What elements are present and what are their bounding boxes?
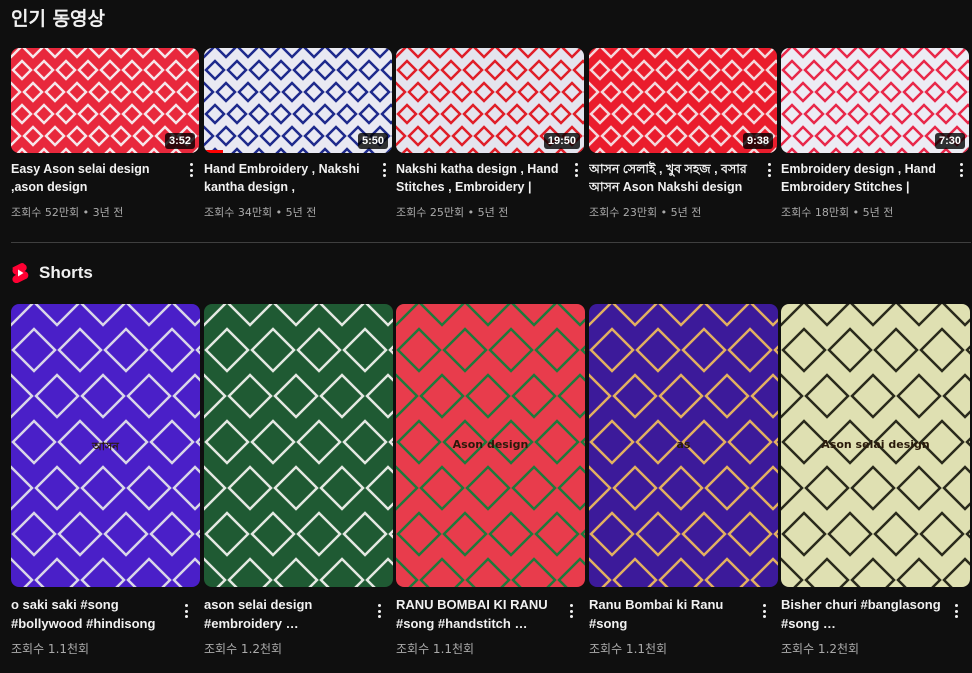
short-title[interactable]: RANU BOMBAI KI RANU #song #handstitch … xyxy=(396,595,561,633)
more-options-icon[interactable] xyxy=(373,603,385,619)
short-card[interactable]: আসন o saki saki #song #bollywood #hindis… xyxy=(11,304,200,656)
duration-badge: 5:50 xyxy=(357,133,388,149)
shorts-title: Shorts xyxy=(39,263,93,282)
popular-videos-row: 3:52 Easy Ason selai design ,ason design… xyxy=(11,48,971,228)
short-views: 조회수 1.1천회 xyxy=(396,642,475,656)
duration-badge: 7:30 xyxy=(934,133,965,149)
duration-badge: 19:50 xyxy=(543,133,580,149)
more-options-icon[interactable] xyxy=(950,603,962,619)
video-title[interactable]: Nakshi katha design , Hand Stitches , Em… xyxy=(396,160,562,196)
video-card[interactable]: 7:30 Embroidery design , Hand Embroidery… xyxy=(781,48,969,219)
video-metadata: 조회수 23만회 • 5년 전 xyxy=(589,206,702,219)
video-thumbnail[interactable]: 5:50 xyxy=(204,48,392,153)
short-title[interactable]: o saki saki #song #bollywood #hindisong xyxy=(11,595,176,633)
shorts-header: Shorts xyxy=(11,262,93,284)
short-thumbnail[interactable]: Ason selai design xyxy=(781,304,970,587)
duration-badge: 3:52 xyxy=(164,133,195,149)
short-views: 조회수 1.1천회 xyxy=(11,642,90,656)
short-thumbnail[interactable] xyxy=(204,304,393,587)
short-title[interactable]: ason selai design #embroidery … xyxy=(204,595,369,633)
more-options-icon[interactable] xyxy=(565,603,577,619)
more-options-icon[interactable] xyxy=(758,603,770,619)
short-card[interactable]: Ason design RANU BOMBAI KI RANU #song #h… xyxy=(396,304,585,656)
short-views: 조회수 1.2천회 xyxy=(204,642,283,656)
watch-progress-bar xyxy=(204,150,223,153)
video-metadata: 조회수 34만회 • 5년 전 xyxy=(204,206,317,219)
video-metadata: 조회수 18만회 • 5년 전 xyxy=(781,206,894,219)
video-metadata: 조회수 52만회 • 3년 전 xyxy=(11,206,124,219)
short-views: 조회수 1.2천회 xyxy=(781,642,860,656)
short-card[interactable]: ason selai design #embroidery … 조회수 1.2천… xyxy=(204,304,393,656)
section-divider xyxy=(11,242,971,243)
short-card[interactable]: as Ranu Bombai ki Ranu #song 조회수 1.1천회 xyxy=(589,304,778,656)
video-title[interactable]: আসন সেলাই , খুব সহজ , বসার আসন Ason Naks… xyxy=(589,160,755,196)
more-options-icon[interactable] xyxy=(185,162,197,178)
thumbnail-overlay-text: Ason selai design xyxy=(821,438,930,451)
short-thumbnail[interactable]: Ason design xyxy=(396,304,585,587)
video-title[interactable]: Embroidery design , Hand Embroidery Stit… xyxy=(781,160,947,196)
video-card[interactable]: 3:52 Easy Ason selai design ,ason design… xyxy=(11,48,199,219)
more-options-icon[interactable] xyxy=(570,162,582,178)
video-card[interactable]: 19:50 Nakshi katha design , Hand Stitche… xyxy=(396,48,584,219)
thumbnail-overlay-text: as xyxy=(676,438,691,451)
video-metadata: 조회수 25만회 • 5년 전 xyxy=(396,206,509,219)
short-thumbnail[interactable]: as xyxy=(589,304,778,587)
popular-videos-title: 인기 동영상 xyxy=(11,8,106,30)
thumbnail-overlay-text: আসন xyxy=(92,440,119,453)
video-title[interactable]: Easy Ason selai design ,ason design @Ang… xyxy=(11,160,177,196)
more-options-icon[interactable] xyxy=(180,603,192,619)
short-title[interactable]: Ranu Bombai ki Ranu #song xyxy=(589,595,754,633)
video-thumbnail[interactable]: 9:38 xyxy=(589,48,777,153)
shorts-row: আসন o saki saki #song #bollywood #hindis… xyxy=(11,304,971,664)
short-card[interactable]: Ason selai design Bisher churi #banglaso… xyxy=(781,304,970,656)
video-thumbnail[interactable]: 7:30 xyxy=(781,48,969,153)
duration-badge: 9:38 xyxy=(742,133,773,149)
video-thumbnail[interactable]: 3:52 xyxy=(11,48,199,153)
video-card[interactable]: 9:38 আসন সেলাই , খুব সহজ , বসার আসন Ason… xyxy=(589,48,777,219)
more-options-icon[interactable] xyxy=(763,162,775,178)
video-title[interactable]: Hand Embroidery , Nakshi kantha design ,… xyxy=(204,160,370,196)
video-card[interactable]: 5:50 Hand Embroidery , Nakshi kantha des… xyxy=(204,48,392,219)
short-views: 조회수 1.1천회 xyxy=(589,642,668,656)
thumbnail-overlay-text: Ason design xyxy=(452,438,529,451)
more-options-icon[interactable] xyxy=(955,162,967,178)
more-options-icon[interactable] xyxy=(378,162,390,178)
short-thumbnail[interactable]: আসন xyxy=(11,304,200,587)
video-thumbnail[interactable]: 19:50 xyxy=(396,48,584,153)
shorts-logo-icon xyxy=(12,263,29,283)
short-title[interactable]: Bisher churi #banglasong #song … xyxy=(781,595,946,633)
